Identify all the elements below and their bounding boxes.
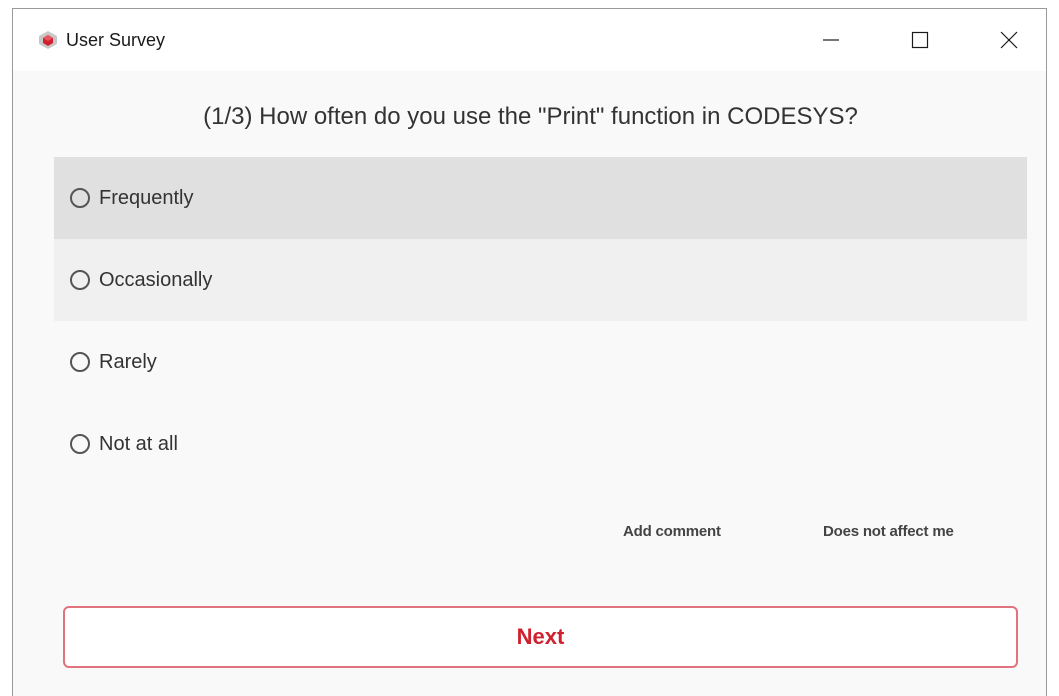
window-title: User Survey — [66, 30, 166, 50]
option-label: Not at all — [99, 433, 178, 455]
survey-window: User Survey (1/3) How often do you use t… — [12, 8, 1047, 696]
option-frequently[interactable]: Frequently — [54, 157, 1027, 239]
radio-button[interactable] — [70, 270, 90, 290]
next-button-label: Next — [516, 624, 565, 649]
codesys-cube-icon — [39, 31, 57, 49]
radio-button[interactable] — [70, 352, 90, 372]
close-icon — [1000, 31, 1018, 49]
radio-button[interactable] — [70, 434, 90, 454]
option-rarely[interactable]: Rarely — [54, 321, 1027, 403]
option-label: Occasionally — [99, 269, 213, 291]
maximize-button[interactable] — [889, 9, 951, 71]
option-label: Rarely — [99, 351, 157, 373]
option-not-at-all[interactable]: Not at all — [54, 403, 1027, 485]
does-not-affect-me-button[interactable]: Does not affect me — [823, 522, 954, 542]
option-label: Frequently — [99, 187, 194, 209]
radio-button[interactable] — [70, 188, 90, 208]
survey-question: (1/3) How often do you use the "Print" f… — [203, 103, 858, 130]
title-bar[interactable]: User Survey — [13, 9, 1046, 71]
option-occasionally[interactable]: Occasionally — [54, 239, 1027, 321]
add-comment-button[interactable]: Add comment — [623, 522, 721, 542]
next-button[interactable]: Next — [63, 606, 1018, 668]
maximize-icon — [911, 31, 929, 49]
minimize-icon — [823, 39, 839, 41]
close-button[interactable] — [978, 9, 1040, 71]
minimize-button[interactable] — [800, 9, 862, 71]
